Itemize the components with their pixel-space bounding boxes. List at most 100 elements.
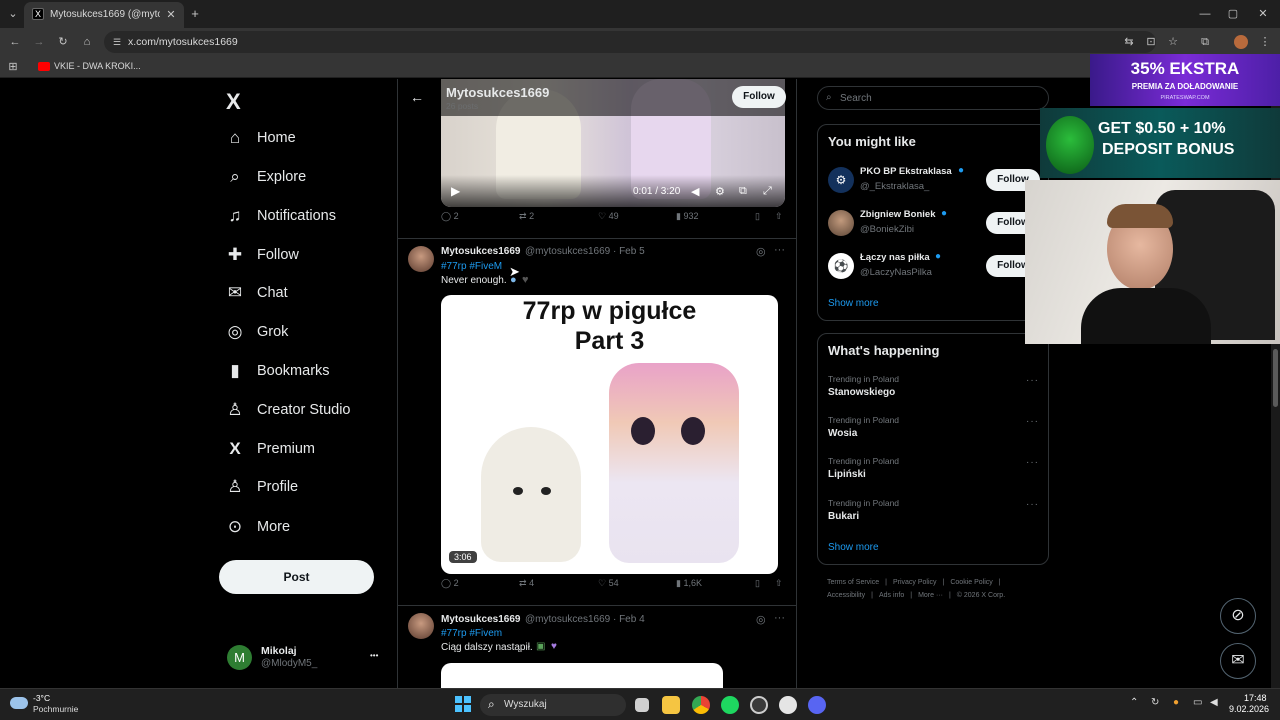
window-close-icon[interactable]: ✕ [1256,7,1270,21]
sync-icon[interactable]: ↻ [1151,697,1159,708]
account-switcher[interactable]: M Mikolaj @MlodyM5_ ••• [222,641,382,673]
suggested-account[interactable]: ⚽ Łączy nas piłka ● @LaczyNasPilka Follo… [818,249,1050,285]
bookmark-link[interactable]: VKIE - DWA KROKI... [54,61,141,71]
footer-link[interactable]: Privacy Policy [893,579,937,586]
repost-button[interactable]: ⇄ 4 [519,578,534,589]
install-icon[interactable]: ⊡ [1144,35,1158,49]
like-button[interactable]: ♡ 54 [598,578,619,589]
grok-fab-icon[interactable]: ⊘ [1220,598,1256,634]
footer-link[interactable]: More ··· [918,592,943,599]
footer-link[interactable]: Terms of Service [827,579,879,586]
avatar[interactable] [408,613,434,639]
forward-icon[interactable]: → [32,35,46,49]
tray-expand-icon[interactable]: ⌃ [1130,697,1138,708]
nav-grok[interactable]: ◎ Grok [222,317,289,347]
nav-premium[interactable]: X Premium [222,434,315,464]
footer-link[interactable]: Accessibility [827,592,865,599]
nav-chat[interactable]: ✉ Chat [222,278,288,308]
site-info-icon[interactable]: ☰ [110,35,124,49]
taskbar-search[interactable]: ⌕ Wyszukaj [480,694,626,716]
back-icon[interactable]: ← [8,35,22,49]
nav-notifications[interactable]: ♫ Notifications [222,201,336,231]
pip-icon[interactable]: ⧉ [739,185,747,198]
more-icon[interactable]: ··· [1026,499,1039,510]
like-button[interactable]: ♡ 49 [598,211,619,222]
reply-button[interactable]: ◯ 2 [441,578,459,589]
post-handle-date[interactable]: @mytosukces1669 · Feb 5 [525,246,645,257]
messages-fab-icon[interactable]: ✉ [1220,643,1256,679]
nav-explore[interactable]: ⌕ Explore [222,162,306,192]
task-view-icon[interactable] [635,698,649,712]
minimize-icon[interactable]: — [1198,7,1212,21]
suggested-account[interactable]: Zbigniew Boniek ● @BoniekZibi Follow [818,206,1050,242]
more-icon[interactable]: ··· [1026,416,1039,427]
play-icon[interactable]: ▶ [451,184,460,198]
extensions-icon[interactable]: ⧉ [1198,35,1212,49]
translate-icon[interactable]: ⇆ [1122,35,1136,49]
bookmark-icon[interactable]: ▯ [755,578,760,589]
repost-button[interactable]: ⇄ 2 [519,211,534,222]
post-hashtags[interactable]: #77rp #FiveM [441,261,502,272]
nav-home[interactable]: ⌂ Home [222,123,296,153]
x-logo[interactable]: X [226,89,241,115]
chrome-icon[interactable] [692,696,710,714]
trend-item[interactable]: Trending in Poland Bukari ··· [818,496,1050,532]
app-icon[interactable] [779,696,797,714]
grok-icon[interactable]: ◎ [756,245,766,258]
back-arrow-icon[interactable]: ← [410,89,424,105]
post-button[interactable]: Post [219,560,374,594]
nav-follow[interactable]: ✚ Follow [222,240,299,270]
more-icon[interactable]: ··· [1026,375,1039,386]
discord-icon[interactable] [808,696,826,714]
bookmark-star-icon[interactable]: ☆ [1166,35,1180,49]
nav-more[interactable]: ⊙ More [222,512,290,542]
post-media[interactable] [441,663,723,688]
reply-button[interactable]: ◯ 2 [441,211,459,222]
apps-icon[interactable]: ⊞ [6,60,20,74]
post-hashtags[interactable]: #77rp #Fivem [441,628,502,639]
more-icon[interactable]: ··· [774,612,785,624]
trend-item[interactable]: Trending in Poland Wosia ··· [818,413,1050,449]
bookmark-icon[interactable]: ▯ [755,211,760,222]
file-explorer-icon[interactable] [662,696,680,714]
mic-icon[interactable]: ● [1173,697,1179,708]
nav-profile[interactable]: ♙ Profile [222,472,298,502]
maximize-icon[interactable]: ▢ [1226,7,1240,21]
home-icon[interactable]: ⌂ [80,35,94,49]
post-author-name[interactable]: Mytosukces1669 [441,246,521,257]
video-thumbnail[interactable]: 77rp w pigułce Part 3 3:06 [441,295,778,574]
new-tab-icon[interactable]: + [188,7,202,21]
reload-icon[interactable]: ↻ [56,35,70,49]
address-bar[interactable]: ☰ x.com/mytosukces1669 ⇆ ⊡ ☆ [104,31,1178,53]
tab-menu-icon[interactable]: ⌄ [6,7,20,21]
settings-icon[interactable]: ⚙ [715,185,725,198]
grok-icon[interactable]: ◎ [756,613,766,626]
share-icon[interactable]: ⇧ [775,211,783,222]
spotify-icon[interactable] [721,696,739,714]
post[interactable]: Mytosukces1669 @mytosukces1669 · Feb 5 ◎… [398,239,796,605]
more-icon[interactable]: ··· [1026,457,1039,468]
post[interactable]: Mytosukces1669 @mytosukces1669 · Feb 4 ◎… [398,606,796,688]
post-handle-date[interactable]: @mytosukces1669 · Feb 4 [525,614,645,625]
views-button[interactable]: ▮ 1,6K [676,578,702,589]
suggested-account[interactable]: ⚙ PKO BP Ekstraklasa ● @_Ekstraklasa_ Fo… [818,163,1050,199]
trend-item[interactable]: Trending in Poland Lipiński ··· [818,454,1050,490]
volume-icon[interactable]: ◀ [1210,697,1218,708]
nav-creator-studio[interactable]: ♙ Creator Studio [222,395,350,425]
footer-link[interactable]: Ads info [879,592,904,599]
nav-bookmarks[interactable]: ▮ Bookmarks [222,356,329,386]
browser-tab[interactable]: X Mytosukces1669 (@mytosukces ✕ [24,2,184,28]
share-icon[interactable]: ⇧ [775,578,783,589]
fullscreen-icon[interactable]: ⤢ [763,185,772,198]
more-icon[interactable]: ··· [774,244,785,256]
avatar[interactable] [408,246,434,272]
clock-date[interactable]: 9.02.2026 [1229,704,1269,714]
clock-time[interactable]: 17:48 [1244,693,1267,703]
profile-avatar[interactable] [1234,35,1248,49]
search-input[interactable]: ⌕ Search [817,86,1049,110]
browser-menu-icon[interactable]: ⋮ [1258,35,1272,49]
mute-icon[interactable]: ◀ [691,185,699,198]
show-more-link[interactable]: Show more [828,298,879,309]
trend-item[interactable]: Trending in Poland Stanowskiego ··· [818,372,1050,408]
follow-button[interactable]: Follow [732,86,786,108]
